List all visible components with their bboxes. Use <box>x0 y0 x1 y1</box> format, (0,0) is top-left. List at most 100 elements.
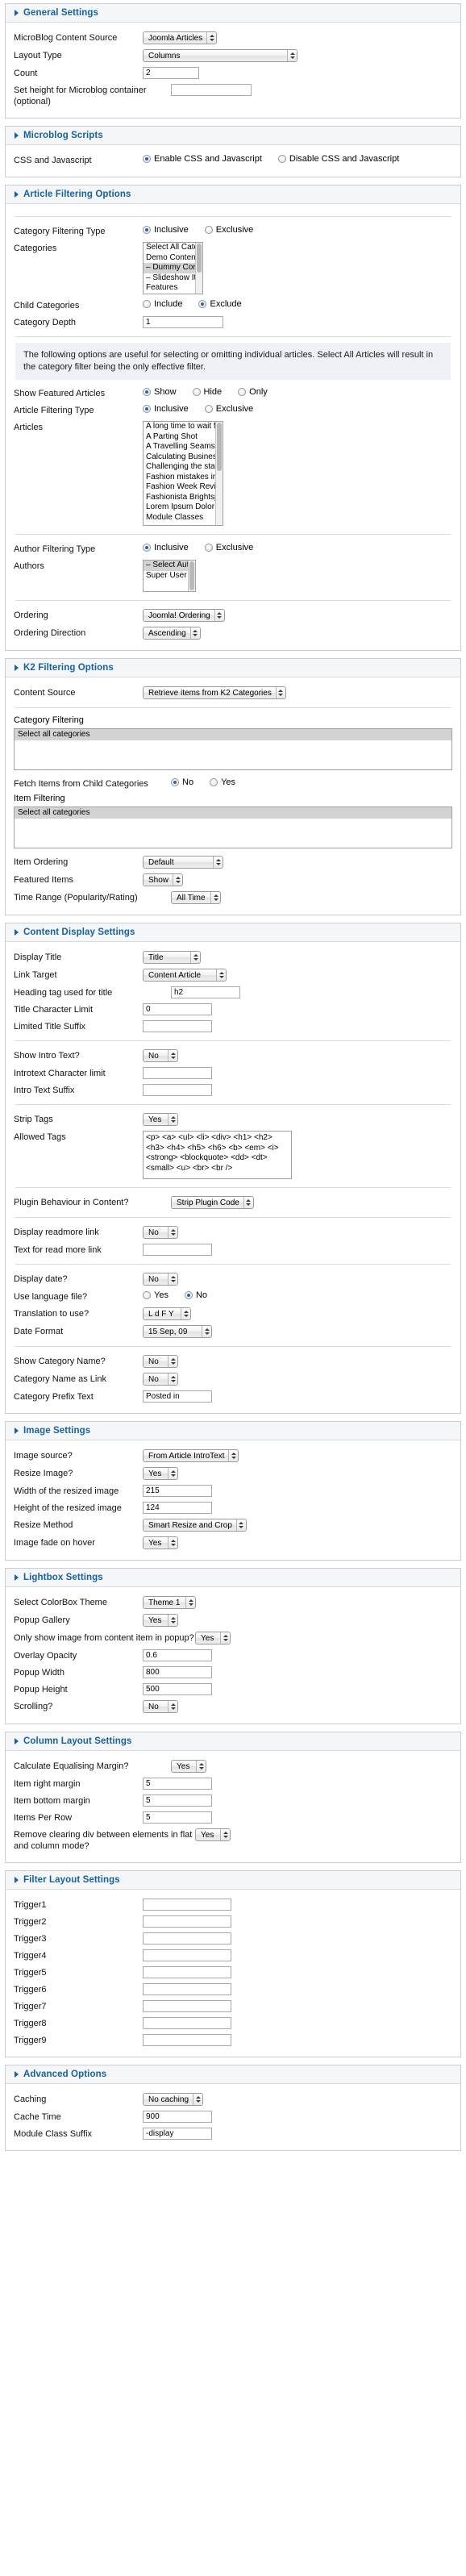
input-category-prefix[interactable]: Posted in <box>143 1390 212 1403</box>
select-featured-items[interactable]: Show <box>143 873 184 886</box>
listbox-categories[interactable]: Select All Categories Demo Content – Dum… <box>143 242 203 294</box>
select-resize-method[interactable]: Smart Resize and Crop <box>143 1519 247 1532</box>
select-time-range[interactable]: All Time <box>171 891 221 904</box>
list-item[interactable]: – Dummy Content <box>144 263 202 273</box>
list-item[interactable]: – Slideshow Items <box>144 273 202 284</box>
radio-author-inclusive[interactable]: Inclusive <box>143 543 189 552</box>
scrollbar-thumb[interactable] <box>217 423 222 471</box>
select-ordering[interactable]: Joomla! Ordering <box>143 609 225 622</box>
radio-child-exclude[interactable]: Exclude <box>198 299 242 309</box>
select-popup-gallery[interactable]: Yes <box>143 1614 178 1627</box>
select-scrolling[interactable]: No <box>143 1700 178 1713</box>
input-trigger4[interactable] <box>143 1949 231 1961</box>
list-item[interactable]: Demo Content <box>144 253 202 264</box>
panel-header-article-filtering[interactable]: Article Filtering Options <box>6 185 460 204</box>
input-image-width[interactable]: 215 <box>143 1485 212 1497</box>
panel-header-general-settings[interactable]: General Settings <box>6 4 460 23</box>
select-link-target[interactable]: Content Article <box>143 969 227 982</box>
input-intro-text-suffix[interactable] <box>143 1084 212 1096</box>
list-item[interactable]: A Parting Shot <box>144 432 223 443</box>
panel-header-content-display[interactable]: Content Display Settings <box>6 923 460 942</box>
list-item[interactable]: Select all categories <box>15 729 451 740</box>
select-display-readmore[interactable]: No <box>143 1226 178 1239</box>
scrollbar[interactable] <box>215 422 223 525</box>
list-item[interactable]: Fashion mistakes in the inner circle <box>144 473 223 483</box>
radio-fetch-child-yes[interactable]: Yes <box>210 777 235 787</box>
radio-featured-only[interactable]: Only <box>238 387 268 397</box>
input-trigger5[interactable] <box>143 1966 231 1978</box>
select-only-show-image[interactable]: Yes <box>195 1632 231 1644</box>
select-translation[interactable]: L d F Y <box>143 1307 191 1320</box>
select-image-source[interactable]: From Article IntroText <box>143 1449 239 1462</box>
list-item[interactable]: A long time to wait for clarity <box>144 422 223 432</box>
listbox-k2-items[interactable]: Select all categories <box>14 807 452 848</box>
input-heading-tag[interactable]: h2 <box>171 986 240 998</box>
select-strip-tags[interactable]: Yes <box>143 1113 178 1126</box>
radio-article-inclusive[interactable]: Inclusive <box>143 404 189 414</box>
scrollbar-thumb[interactable] <box>197 244 202 273</box>
input-trigger6[interactable] <box>143 1983 231 1995</box>
listbox-k2-categories[interactable]: Select all categories <box>14 728 452 770</box>
select-equalising-margin[interactable]: Yes <box>171 1760 206 1773</box>
select-remove-clearing-div[interactable]: Yes <box>195 1828 231 1841</box>
list-item[interactable]: Module Classes <box>144 513 223 523</box>
radio-article-exclusive[interactable]: Exclusive <box>204 404 253 414</box>
scrollbar[interactable] <box>188 561 195 591</box>
select-layout-type[interactable]: Columns <box>143 49 297 62</box>
listbox-authors[interactable]: – Select Authors – Super User <box>143 560 196 592</box>
radio-category-exclusive[interactable]: Exclusive <box>204 225 253 235</box>
select-show-intro-text[interactable]: No <box>143 1049 178 1062</box>
select-show-category-name[interactable]: No <box>143 1355 178 1368</box>
list-item[interactable]: Select all categories <box>15 807 451 819</box>
panel-header-k2-filtering[interactable]: K2 Filtering Options <box>6 659 460 677</box>
radio-use-language-no[interactable]: No <box>184 1290 207 1300</box>
list-item[interactable]: Fashionista Brightspark <box>144 493 223 503</box>
panel-header-microblog-scripts[interactable]: Microblog Scripts <box>6 127 460 145</box>
panel-header-image-settings[interactable]: Image Settings <box>6 1422 460 1440</box>
input-item-right-margin[interactable]: 5 <box>143 1778 212 1790</box>
input-introtext-char-limit[interactable] <box>143 1067 212 1079</box>
select-category-as-link[interactable]: No <box>143 1373 178 1386</box>
input-popup-height[interactable]: 500 <box>143 1683 212 1695</box>
select-date-format[interactable]: 15 Sep, 09 <box>143 1325 212 1338</box>
input-module-class-suffix[interactable]: -display <box>143 2128 212 2140</box>
input-trigger3[interactable] <box>143 1932 231 1945</box>
radio-use-language-yes[interactable]: Yes <box>143 1290 169 1300</box>
panel-header-column-layout[interactable]: Column Layout Settings <box>6 1732 460 1751</box>
list-item[interactable]: A Travelling Seamstress <box>144 442 223 452</box>
list-item[interactable]: Lorem Ipsum Dolor <box>144 502 223 513</box>
select-resize-image[interactable]: Yes <box>143 1467 178 1480</box>
select-colorbox-theme[interactable]: Theme 1 <box>143 1596 196 1609</box>
radio-author-exclusive[interactable]: Exclusive <box>204 543 253 552</box>
textarea-allowed-tags[interactable]: <p> <a> <ul> <li> <div> <h1> <h2> <h3> <… <box>143 1131 292 1179</box>
select-content-source[interactable]: Joomla Articles <box>143 31 218 44</box>
radio-child-include[interactable]: Include <box>143 299 182 309</box>
input-popup-width[interactable]: 800 <box>143 1666 212 1678</box>
radio-fetch-child-no[interactable]: No <box>171 777 193 787</box>
panel-header-advanced-options[interactable]: Advanced Options <box>6 2065 460 2084</box>
radio-enable-css-js[interactable]: Enable CSS and Javascript <box>143 154 262 164</box>
select-plugin-behaviour[interactable]: Strip Plugin Code <box>171 1196 254 1209</box>
panel-header-lightbox-settings[interactable]: Lightbox Settings <box>6 1569 460 1587</box>
input-title-char-limit[interactable]: 0 <box>143 1003 212 1015</box>
input-trigger9[interactable] <box>143 2034 231 2046</box>
list-item[interactable]: Challenging the status quo <box>144 462 223 473</box>
select-ordering-direction[interactable]: Ascending <box>143 627 201 640</box>
select-display-title[interactable]: Title <box>143 951 201 964</box>
select-image-fade[interactable]: Yes <box>143 1536 178 1549</box>
input-item-bottom-margin[interactable]: 5 <box>143 1794 212 1807</box>
input-count[interactable]: 2 <box>143 67 199 79</box>
list-item[interactable]: Features <box>144 283 202 294</box>
listbox-articles[interactable]: A long time to wait for clarity A Partin… <box>143 421 223 526</box>
input-trigger8[interactable] <box>143 2017 231 2029</box>
panel-header-filter-layout[interactable]: Filter Layout Settings <box>6 1871 460 1890</box>
list-item[interactable]: Select All Categories <box>144 243 202 253</box>
select-item-ordering[interactable]: Default <box>143 856 223 869</box>
select-caching[interactable]: No caching <box>143 2093 204 2106</box>
radio-featured-hide[interactable]: Hide <box>192 387 222 397</box>
input-cache-time[interactable]: 900 <box>143 2111 212 2123</box>
input-readmore-text[interactable] <box>143 1244 212 1256</box>
input-limited-title-suffix[interactable] <box>143 1020 212 1032</box>
list-item[interactable]: Fashion Week Review <box>144 482 223 493</box>
input-items-per-row[interactable]: 5 <box>143 1811 212 1824</box>
